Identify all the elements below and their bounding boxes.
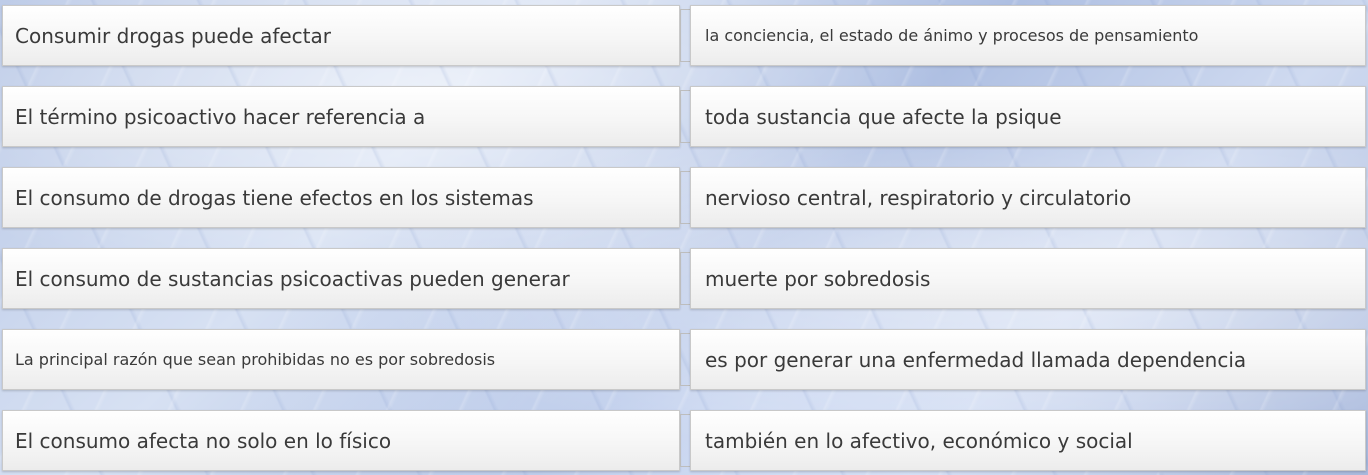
statement-card[interactable]: La principal razón que sean prohibidas n… [2, 329, 680, 390]
connector-bracket [680, 171, 690, 224]
match-row: El término psicoactivo hacer referencia … [0, 86, 1368, 147]
match-row: El consumo de drogas tiene efectos en lo… [0, 167, 1368, 228]
answer-card[interactable]: la conciencia, el estado de ánimo y proc… [690, 5, 1366, 66]
background-texture [0, 0, 1368, 475]
answer-card[interactable]: es por generar una enfermedad llamada de… [690, 329, 1366, 390]
connector-bracket [680, 252, 690, 305]
match-row: El consumo afecta no solo en lo físico t… [0, 410, 1368, 471]
answer-card[interactable]: muerte por sobredosis [690, 248, 1366, 309]
connector-bracket [680, 414, 690, 467]
answer-card[interactable]: toda sustancia que afecte la psique [690, 86, 1366, 147]
statement-card[interactable]: Consumir drogas puede afectar [2, 5, 680, 66]
statement-card[interactable]: El consumo de drogas tiene efectos en lo… [2, 167, 680, 228]
answer-card[interactable]: nervioso central, respiratorio y circula… [690, 167, 1366, 228]
connector-bracket [680, 9, 690, 62]
connector-bracket [680, 90, 690, 143]
match-row: Consumir drogas puede afectar la concien… [0, 5, 1368, 66]
statement-card[interactable]: El término psicoactivo hacer referencia … [2, 86, 680, 147]
statement-card[interactable]: El consumo afecta no solo en lo físico [2, 410, 680, 471]
connector-bracket [680, 333, 690, 386]
match-row: La principal razón que sean prohibidas n… [0, 329, 1368, 390]
answer-card[interactable]: también en lo afectivo, económico y soci… [690, 410, 1366, 471]
statement-card[interactable]: El consumo de sustancias psicoactivas pu… [2, 248, 680, 309]
match-row: El consumo de sustancias psicoactivas pu… [0, 248, 1368, 309]
